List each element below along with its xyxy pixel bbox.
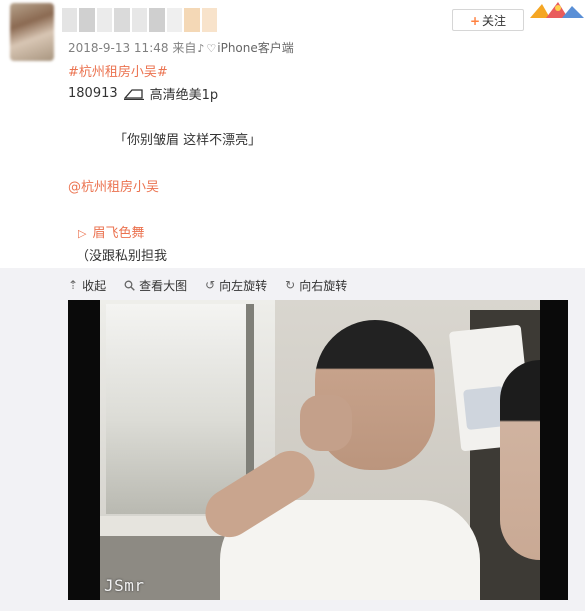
post-timestamp[interactable]: 2018-9-13 11:48 bbox=[68, 41, 169, 55]
view-large-label: 查看大图 bbox=[139, 278, 188, 293]
mention-link[interactable]: @杭州租房小吴 bbox=[68, 176, 159, 195]
follow-label: 关注 bbox=[482, 14, 507, 28]
post-meta: 2018-9-13 11:48 来自♪ ♡iPhone客户端 bbox=[68, 39, 294, 56]
source-prefix: 来自 bbox=[172, 41, 197, 55]
hand bbox=[300, 395, 352, 451]
music-label: 眉飞色舞 bbox=[92, 226, 145, 241]
post-photo[interactable]: JSmr bbox=[68, 300, 568, 600]
post-quote: 「你别皱眉 这样不漂亮」 bbox=[114, 133, 262, 148]
user-avatar[interactable] bbox=[10, 3, 54, 61]
follow-button[interactable]: + 关注 bbox=[452, 9, 524, 31]
second-person bbox=[500, 360, 540, 560]
music-link[interactable]: ▷ 眉飞色舞 bbox=[78, 222, 144, 241]
rotate-left-button[interactable]: ↺ 向左旋转 bbox=[205, 277, 267, 293]
plus-icon: + bbox=[469, 14, 481, 28]
line1-text: 高清绝美1p bbox=[149, 88, 219, 103]
view-large-button[interactable]: 查看大图 bbox=[124, 277, 187, 293]
magnifier-icon bbox=[124, 280, 135, 291]
photo-scene: JSmr bbox=[100, 300, 540, 600]
photo-watermark: JSmr bbox=[104, 576, 145, 595]
username-censored[interactable] bbox=[62, 8, 217, 32]
rotate-left-icon: ↺ bbox=[205, 278, 216, 292]
rotate-right-button[interactable]: ↻ 向右旋转 bbox=[285, 277, 347, 293]
source-client[interactable]: iPhone客户端 bbox=[217, 41, 294, 55]
train-icon bbox=[123, 88, 144, 100]
arrow-up-icon: ⇡ bbox=[68, 278, 79, 292]
heart-icon: ♡ bbox=[206, 42, 217, 55]
line1-code: 180913 bbox=[68, 86, 118, 101]
hand-icon: ♪ bbox=[197, 42, 205, 55]
collapse-button[interactable]: ⇡ 收起 bbox=[68, 277, 106, 293]
post-line-1: 180913 高清绝美1p bbox=[68, 84, 218, 103]
hashtag-link[interactable]: #杭州租房小吴# bbox=[68, 61, 168, 80]
image-toolbar: ⇡ 收起 查看大图 ↺ 向左旋转 ↻ 向右旋转 bbox=[68, 277, 347, 293]
rotate-left-label: 向左旋转 bbox=[219, 278, 268, 293]
play-triangle-icon: ▷ bbox=[78, 227, 87, 240]
collapse-label: 收起 bbox=[82, 278, 107, 293]
rotate-right-icon: ↻ bbox=[285, 278, 296, 292]
rotate-right-label: 向右旋转 bbox=[299, 278, 348, 293]
decoration-icon bbox=[530, 2, 584, 18]
post-tail-text: （没跟私别担我 bbox=[76, 249, 168, 264]
